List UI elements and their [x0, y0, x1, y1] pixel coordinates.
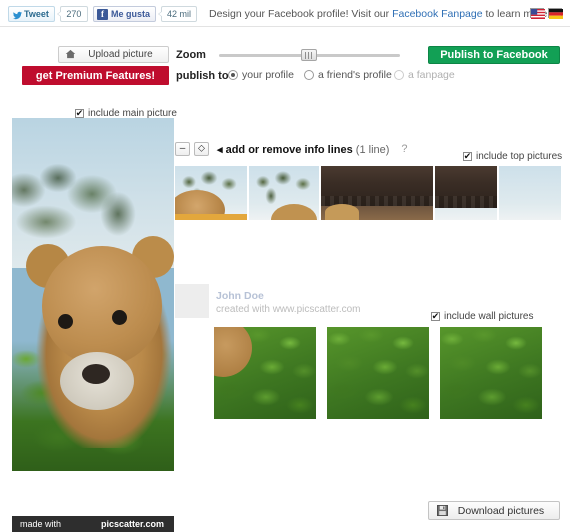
radio-fanpage[interactable]: a fanpage [394, 69, 455, 81]
language-flags [530, 8, 563, 19]
thumb-rock [325, 204, 359, 220]
radio-your-profile-label: your profile [242, 69, 294, 81]
radio-your-profile[interactable]: your profile [228, 69, 304, 81]
publish-to-label: publish to [176, 70, 229, 82]
thumb-temple [435, 166, 497, 208]
get-premium-features-button[interactable]: get Premium Features! [22, 66, 169, 85]
wall-picture-3[interactable] [440, 327, 542, 419]
upload-home-icon [59, 49, 81, 60]
upload-picture-button[interactable]: Upload picture [58, 46, 169, 63]
radio-friends-profile[interactable]: a friend's profile [304, 69, 394, 81]
include-top-pictures-checkbox[interactable]: ✔ include top pictures [463, 151, 562, 162]
include-wall-pictures-checkbox[interactable]: ✔ include wall pictures [431, 311, 534, 322]
facebook-fanpage-link[interactable]: Facebook Fanpage [392, 8, 482, 20]
info-lines-text: ◂ add or remove info lines (1 line) [217, 143, 389, 156]
wall-picture-1[interactable] [214, 327, 316, 419]
include-wall-pictures-label: include wall pictures [444, 311, 534, 322]
facebook-like-count[interactable]: 42 mil [158, 6, 198, 22]
flag-us-icon[interactable] [530, 8, 545, 19]
twitter-bird-icon [13, 10, 22, 19]
question-mark-icon[interactable]: ? [398, 143, 410, 155]
zoom-label: Zoom [176, 49, 206, 61]
top-thumb-3[interactable] [321, 166, 433, 220]
thumb-sky [499, 166, 561, 220]
thumb-temple [321, 166, 433, 208]
upload-picture-label: Upload picture [88, 49, 153, 60]
top-thumb-5[interactable] [499, 166, 561, 220]
include-top-pictures-check-glyph: ✔ [463, 151, 472, 161]
radio-fanpage-indicator [394, 70, 404, 80]
info-lines-label: add or remove info lines [225, 143, 353, 156]
top-thumb-1[interactable] [175, 166, 247, 220]
left-arrow-icon: ◂ [217, 143, 223, 156]
thumb-ground [175, 214, 247, 220]
radio-your-profile-indicator [228, 70, 238, 80]
wall-picture-leaves [440, 327, 542, 419]
main-picture-preview[interactable] [12, 118, 174, 471]
watermark-brand: picscatter.com [100, 519, 164, 529]
facebook-like-label: Me gusta [111, 9, 151, 19]
zoom-slider-handle[interactable] [301, 49, 317, 61]
info-lines-toolbar: – ⬦ ◂ add or remove info lines (1 line) … [175, 142, 410, 156]
wall-pictures-strip [214, 327, 542, 419]
info-lines-count: (1 line) [355, 143, 390, 156]
radio-friends-profile-label: a friend's profile [318, 69, 392, 81]
facebook-like-widget: f Me gusta 42 mil [93, 6, 198, 22]
add-info-line-button[interactable]: ⬦ [194, 142, 209, 156]
social-topbar: Tweet 270 f Me gusta 42 mil Design your … [0, 0, 570, 27]
top-thumb-2[interactable] [249, 166, 319, 220]
profile-subtitle: created with www.picscatter.com [216, 304, 361, 315]
wall-picture-leaves [327, 327, 429, 419]
main-picture-bear-eye-left [58, 314, 73, 329]
main-picture-bear-eye-right [112, 310, 127, 325]
facebook-like-button[interactable]: f Me gusta [93, 6, 157, 22]
profile-name: John Doe [216, 290, 264, 302]
tweet-count[interactable]: 270 [56, 6, 88, 22]
main-picture-bear-head [42, 246, 162, 366]
tweet-button[interactable]: Tweet [8, 6, 55, 22]
main-picture-bear-nose [82, 364, 110, 384]
floppy-save-icon [429, 505, 455, 516]
remove-info-line-button[interactable]: – [175, 142, 190, 156]
download-pictures-button[interactable]: Download pictures [428, 501, 560, 520]
radio-fanpage-label: a fanpage [408, 69, 455, 81]
tweet-widget: Tweet 270 [8, 6, 88, 22]
publish-to-facebook-button[interactable]: Publish to Facebook [428, 46, 560, 64]
include-wall-pictures-check-glyph: ✔ [431, 311, 440, 321]
facebook-f-icon: f [97, 8, 108, 20]
promo-text-before: Design your Facebook profile! Visit our [209, 8, 393, 20]
download-pictures-label: Download pictures [457, 504, 545, 517]
flag-de-icon[interactable] [548, 8, 563, 19]
top-thumb-4[interactable] [435, 166, 497, 220]
avatar [175, 284, 209, 318]
wall-picture-2[interactable] [327, 327, 429, 419]
zoom-slider[interactable] [219, 48, 400, 62]
main-picture-watermark: made with picscatter.com [12, 516, 174, 532]
top-pictures-strip [175, 166, 561, 220]
radio-friends-profile-indicator [304, 70, 314, 80]
include-top-pictures-label: include top pictures [476, 151, 563, 162]
watermark-made-with: made with [20, 519, 62, 529]
promo-text: Design your Facebook profile! Visit our … [209, 8, 550, 20]
tweet-button-label: Tweet [24, 9, 49, 19]
include-main-picture-check-glyph: ✔ [75, 108, 84, 118]
publish-target-radio-group: your profile a friend's profile a fanpag… [228, 69, 455, 81]
